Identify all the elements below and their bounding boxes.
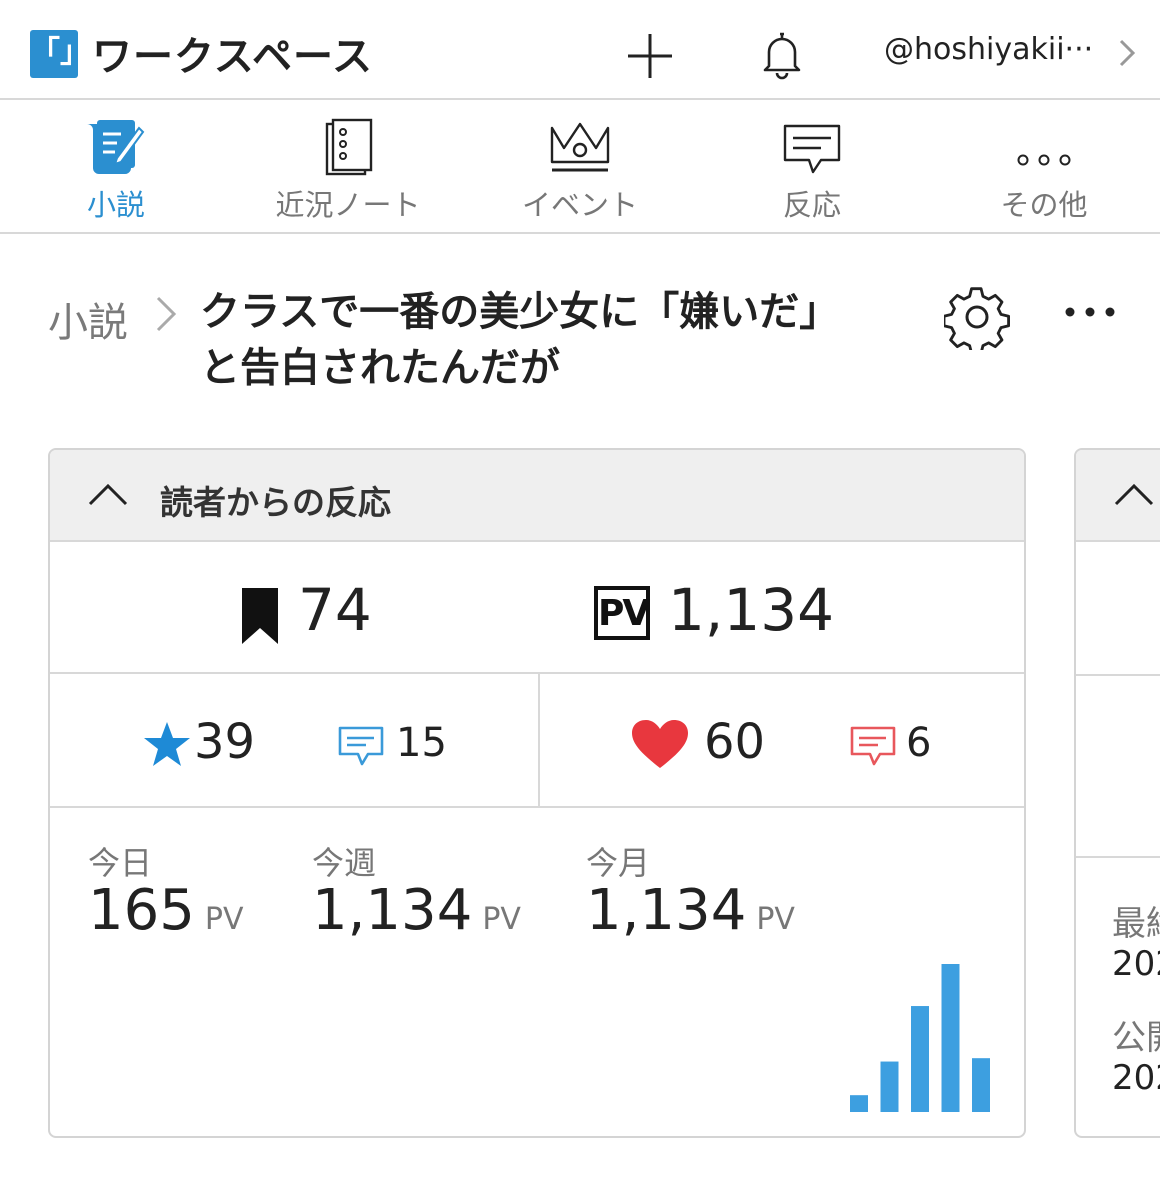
gear-icon[interactable] bbox=[944, 284, 1010, 350]
published-value: 202 bbox=[1112, 1058, 1160, 1098]
month-value: 1,134 PV bbox=[586, 878, 795, 943]
tab-label: イベント bbox=[521, 188, 638, 222]
star-count: 39 bbox=[194, 714, 256, 770]
bookmark-icon bbox=[242, 588, 278, 644]
chevron-up-icon[interactable] bbox=[1112, 480, 1156, 510]
tab-label: その他 bbox=[1000, 188, 1088, 222]
divider bbox=[1076, 856, 1160, 858]
chevron-right-icon bbox=[156, 296, 177, 332]
chart-bar-4 bbox=[941, 964, 960, 1112]
card-header[interactable] bbox=[1076, 450, 1160, 542]
today-value: 165 PV bbox=[88, 878, 244, 943]
ratings-row: 39 15 60 6 bbox=[50, 674, 1024, 808]
tab-other[interactable]: その他 bbox=[928, 102, 1160, 232]
pv-total: 1,134 bbox=[668, 576, 835, 644]
divider bbox=[538, 674, 540, 806]
review-icon bbox=[338, 726, 384, 766]
comment-icon bbox=[783, 124, 841, 174]
main-tabs: 小説 近況ノート イベント 反応 その他 bbox=[0, 102, 1160, 234]
totals-row: 74 PV 1,134 bbox=[50, 542, 1024, 674]
chart-bar-3 bbox=[911, 1006, 929, 1112]
pv-mini-bar-chart bbox=[850, 964, 990, 1112]
tab-label: 近況ノート bbox=[275, 188, 421, 222]
novel-scroll-icon bbox=[87, 120, 145, 174]
heart-count: 60 bbox=[704, 714, 766, 770]
reader-reactions-card: 読者からの反応 74 PV 1,134 39 15 60 6 今日 165 PV… bbox=[48, 448, 1026, 1138]
crown-icon bbox=[550, 122, 610, 172]
chart-bar-2 bbox=[880, 1061, 899, 1112]
comment-count: 6 bbox=[906, 720, 932, 766]
chevron-up-icon[interactable] bbox=[86, 480, 130, 510]
card-header[interactable]: 読者からの反応 bbox=[50, 450, 1024, 542]
last-updated-label: 最終 bbox=[1112, 904, 1160, 944]
pv-icon: PV bbox=[594, 586, 650, 640]
bookmark-count: 74 bbox=[298, 576, 372, 644]
notebook-icon bbox=[325, 118, 373, 176]
page-title: クラスで一番の美少女に「嫌いだ」と告白されたんだが bbox=[200, 289, 840, 391]
more-icon[interactable] bbox=[1060, 300, 1120, 324]
week-value: 1,134 PV bbox=[312, 878, 521, 943]
work-info-card: 最終 202 公開 202 bbox=[1074, 448, 1160, 1138]
app-logo[interactable]: 「」 bbox=[30, 30, 90, 78]
app-title[interactable]: ワークスペース bbox=[92, 24, 373, 82]
star-icon bbox=[144, 722, 190, 766]
review-count: 15 bbox=[396, 720, 447, 766]
last-updated-value: 202 bbox=[1112, 944, 1160, 984]
chevron-right-icon[interactable] bbox=[1114, 38, 1140, 68]
divider bbox=[1076, 674, 1160, 676]
chart-bar-5 bbox=[972, 1058, 990, 1112]
chart-bar-1 bbox=[850, 1095, 868, 1112]
breadcrumb-root[interactable]: 小説 bbox=[48, 290, 128, 348]
heart-icon bbox=[632, 720, 688, 768]
comment-icon bbox=[850, 726, 896, 766]
plus-icon[interactable] bbox=[624, 30, 676, 82]
tab-novel[interactable]: 小説 bbox=[0, 102, 232, 232]
tab-reactions[interactable]: 反応 bbox=[696, 102, 928, 232]
tab-label: 反応 bbox=[782, 188, 841, 222]
bell-icon[interactable] bbox=[756, 28, 808, 80]
published-label: 公開 bbox=[1112, 1018, 1160, 1058]
tab-events[interactable]: イベント bbox=[464, 102, 696, 232]
tab-label: 小説 bbox=[86, 188, 145, 222]
app-header: 「」 ワークスペース @hoshiyakii··· bbox=[0, 0, 1160, 100]
card-title: 読者からの反応 bbox=[160, 483, 391, 522]
ellipsis-icon bbox=[1017, 154, 1071, 166]
user-account[interactable]: @hoshiyakii··· bbox=[884, 32, 1110, 67]
tab-notes[interactable]: 近況ノート bbox=[232, 102, 464, 232]
